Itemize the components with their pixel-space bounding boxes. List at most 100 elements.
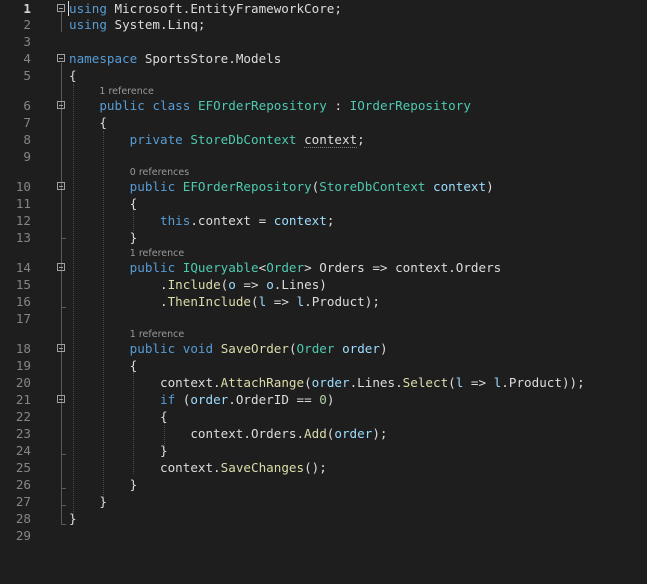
- identifier-token: l: [296, 294, 305, 309]
- code-line[interactable]: 11 {: [0, 195, 647, 212]
- code-text: context.SaveChanges();: [69, 459, 327, 476]
- identifier-token: context: [433, 179, 487, 194]
- keyword-token: public: [99, 98, 145, 113]
- code-text: private StoreDbContext context;: [69, 131, 365, 148]
- code-token: .Lines.: [349, 375, 403, 390]
- code-text: {: [69, 67, 77, 84]
- code-token: .OrderID ==: [228, 392, 320, 407]
- code-text: public void SaveOrder(Order order): [69, 340, 388, 357]
- line-number: 13: [15, 230, 31, 245]
- code-line[interactable]: 24 }: [0, 442, 647, 459]
- line-number: 3: [23, 34, 31, 49]
- code-line[interactable]: 6 public class EFOrderRepository : IOrde…: [0, 97, 647, 114]
- identifier-token: o: [266, 277, 274, 292]
- code-line[interactable]: 23 context.Orders.Add(order);: [0, 425, 647, 442]
- keyword-token: if: [160, 392, 176, 407]
- code-token: (: [250, 294, 259, 309]
- keyword-token: using: [69, 17, 107, 32]
- line-number: 6: [23, 98, 31, 113]
- code-token: .context =: [190, 213, 274, 228]
- line-number: 24: [15, 443, 31, 458]
- code-line[interactable]: 3: [0, 33, 647, 50]
- code-text: if (order.OrderID == 0): [69, 391, 334, 408]
- keyword-token: private: [129, 132, 183, 147]
- code-line[interactable]: 19 {: [0, 357, 647, 374]
- keyword-token: public: [129, 179, 176, 194]
- code-line[interactable]: 5{: [0, 67, 647, 84]
- code-line[interactable]: 16 .ThenInclude(l => l.Product);: [0, 293, 647, 310]
- code-token: {: [69, 115, 107, 130]
- code-token: (: [175, 392, 191, 407]
- line-number: 11: [15, 196, 31, 211]
- keyword-token: public: [129, 341, 176, 356]
- line-number: 4: [23, 51, 31, 66]
- code-text: {: [69, 357, 138, 374]
- code-line[interactable]: 8 private StoreDbContext context;: [0, 131, 647, 148]
- collapse-icon[interactable]: [57, 263, 65, 271]
- code-text: public EFOrderRepository(StoreDbContext …: [69, 178, 494, 195]
- code-line[interactable]: 12 this.context = context;: [0, 212, 647, 229]
- code-text: {: [69, 195, 138, 212]
- line-number: 23: [15, 426, 31, 441]
- code-token: (: [304, 375, 312, 390]
- collapse-icon[interactable]: [57, 54, 65, 62]
- code-text: {: [69, 408, 168, 425]
- line-number: 15: [15, 277, 31, 292]
- code-text: }: [69, 442, 168, 459]
- keyword-token: this: [160, 213, 191, 228]
- code-token: (: [448, 375, 456, 390]
- code-line[interactable]: 14 public IQueryable<Order> Orders => co…: [0, 259, 647, 276]
- code-line[interactable]: 20 context.AttachRange(order.Lines.Selec…: [0, 374, 647, 391]
- collapse-icon[interactable]: [57, 101, 65, 109]
- code-line[interactable]: 26 }: [0, 476, 647, 493]
- code-token: =>: [235, 277, 267, 292]
- collapse-icon[interactable]: [57, 344, 65, 352]
- code-line[interactable]: 22 {: [0, 408, 647, 425]
- code-text: using System.Linq;: [69, 16, 206, 33]
- line-number: 7: [23, 115, 31, 130]
- keyword-token: using: [69, 1, 107, 16]
- code-line[interactable]: 13 }: [0, 229, 647, 246]
- code-line[interactable]: 10 public EFOrderRepository(StoreDbConte…: [0, 178, 647, 195]
- code-line[interactable]: 2 using System.Linq;: [0, 16, 647, 33]
- line-number: 18: [15, 341, 31, 356]
- line-number: 9: [23, 149, 31, 164]
- code-line[interactable]: 7 {: [0, 114, 647, 131]
- code-token: ();: [304, 460, 327, 475]
- code-token: }: [69, 494, 107, 509]
- code-line[interactable]: 15 .Include(o => o.Lines): [0, 276, 647, 293]
- type-token: StoreDbContext: [319, 179, 426, 194]
- line-number: 29: [15, 528, 31, 543]
- code-line[interactable]: 21 if (order.OrderID == 0): [0, 391, 647, 408]
- code-line[interactable]: 18 public void SaveOrder(Order order): [0, 340, 647, 357]
- code-token: SportsStore.Models: [137, 51, 282, 66]
- collapse-icon[interactable]: [57, 182, 65, 190]
- code-token: :: [326, 98, 350, 113]
- type-token: IOrderRepository: [349, 98, 471, 113]
- code-line[interactable]: 28}: [0, 510, 647, 527]
- collapse-icon[interactable]: [57, 4, 65, 12]
- code-line[interactable]: 9: [0, 148, 647, 165]
- code-token: .: [69, 277, 168, 292]
- code-line[interactable]: 27 }: [0, 493, 647, 510]
- code-line[interactable]: 17: [0, 310, 647, 327]
- keyword-token: class: [152, 98, 191, 113]
- code-token: .: [69, 294, 168, 309]
- line-number: 16: [15, 294, 31, 309]
- collapse-icon[interactable]: [57, 395, 65, 403]
- identifier-token: order: [190, 392, 229, 407]
- code-line[interactable]: 4 namespace SportsStore.Models: [0, 50, 647, 67]
- type-token: IQueryable: [182, 260, 259, 275]
- code-editor[interactable]: 1 reference 0 references 1 reference 1 refe…: [0, 0, 647, 584]
- code-line[interactable]: 25 context.SaveChanges();: [0, 459, 647, 476]
- line-number: 22: [15, 409, 31, 424]
- identifier-token: context: [273, 213, 327, 228]
- type-token: Order: [266, 260, 305, 275]
- code-line[interactable]: 29: [0, 527, 647, 544]
- code-line[interactable]: 1 using Microsoft.EntityFrameworkCore;: [0, 0, 647, 17]
